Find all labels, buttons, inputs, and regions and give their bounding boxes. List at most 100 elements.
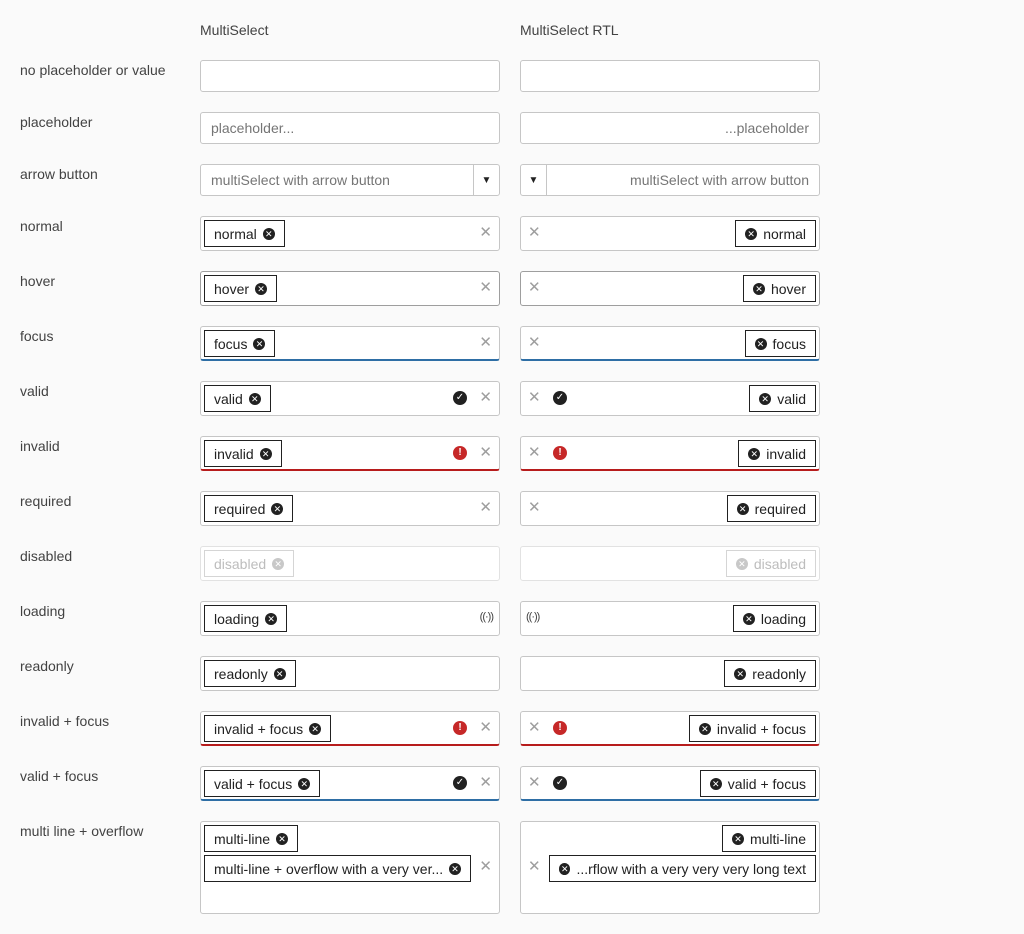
remove-chip-icon[interactable]	[449, 862, 461, 875]
close-icon[interactable]: ✕	[528, 335, 541, 351]
close-icon[interactable]: ✕	[479, 445, 492, 461]
chip[interactable]: invalid	[204, 440, 282, 467]
close-icon[interactable]: ✕	[528, 445, 541, 461]
multiselect-readonly-rtl[interactable]: readonly	[520, 656, 820, 691]
multiselect-empty-rtl[interactable]	[520, 60, 820, 92]
remove-chip-icon[interactable]	[276, 832, 289, 845]
remove-chip-icon[interactable]	[273, 667, 286, 680]
close-icon[interactable]: ✕	[528, 775, 541, 791]
multiselect-hover-rtl[interactable]: ✕ hover	[520, 271, 820, 306]
caret-down-icon[interactable]: ▼	[521, 165, 547, 195]
chip[interactable]: invalid	[738, 440, 816, 467]
chip[interactable]: readonly	[204, 660, 296, 687]
close-icon[interactable]: ✕	[528, 720, 541, 736]
multiselect-normal-ltr[interactable]: normal ✕	[200, 216, 500, 251]
remove-chip-icon[interactable]	[734, 667, 747, 680]
remove-chip-icon[interactable]	[752, 282, 765, 295]
multiselect-readonly-ltr[interactable]: readonly	[200, 656, 500, 691]
multiselect-disabled-ltr: disabled	[200, 546, 500, 581]
chip[interactable]: focus	[204, 330, 276, 357]
chip[interactable]: multi-line + overflow with a very ver...	[204, 855, 471, 882]
remove-chip-icon[interactable]	[309, 722, 322, 735]
remove-chip-icon[interactable]	[709, 777, 722, 790]
multiselect-loading-ltr[interactable]: loading ((·))	[200, 601, 500, 636]
remove-chip-icon[interactable]	[736, 502, 749, 515]
close-icon[interactable]: ✕	[479, 775, 492, 791]
multiselect-multiline-rtl[interactable]: multi-line ✕ ...rflow with a very very v…	[520, 821, 820, 914]
remove-chip-icon[interactable]	[271, 502, 284, 515]
close-icon[interactable]: ✕	[528, 225, 541, 241]
remove-chip-icon[interactable]	[745, 227, 758, 240]
multiselect-invalid-rtl[interactable]: ✕ ! invalid	[520, 436, 820, 471]
remove-chip-icon[interactable]	[255, 282, 268, 295]
chip[interactable]: normal	[204, 220, 285, 247]
close-icon[interactable]: ✕	[479, 859, 492, 875]
multiselect-focus-rtl[interactable]: ✕ focus	[520, 326, 820, 361]
chip[interactable]: multi-line	[721, 825, 816, 852]
chip[interactable]: hover	[204, 275, 278, 302]
chip[interactable]: focus	[744, 330, 816, 357]
remove-chip-icon[interactable]	[248, 392, 261, 405]
chip[interactable]: ...rflow with a very very very long text	[549, 855, 816, 882]
close-icon[interactable]: ✕	[479, 280, 492, 296]
chip[interactable]: required	[204, 495, 294, 522]
multiselect-arrow-rtl[interactable]: ▼ multiSelect with arrow button	[520, 164, 820, 196]
multiselect-placeholder-ltr[interactable]: placeholder...	[200, 112, 500, 144]
multiselect-normal-rtl[interactable]: ✕ normal	[520, 216, 820, 251]
remove-chip-icon[interactable]	[698, 722, 711, 735]
multiselect-arrow-ltr[interactable]: multiSelect with arrow button ▼	[200, 164, 500, 196]
chip[interactable]: loading	[204, 605, 288, 632]
multiselect-required-rtl[interactable]: ✕ required	[520, 491, 820, 526]
remove-chip-icon[interactable]	[265, 612, 278, 625]
multiselect-hover-ltr[interactable]: hover ✕	[200, 271, 500, 306]
remove-chip-icon[interactable]	[759, 392, 772, 405]
remove-chip-icon[interactable]	[742, 612, 755, 625]
remove-chip-icon[interactable]	[748, 447, 761, 460]
chip[interactable]: valid + focus	[699, 770, 816, 797]
chip[interactable]: valid	[749, 385, 816, 412]
multiselect-valid-focus-rtl[interactable]: ✕ ✓ valid + focus	[520, 766, 820, 801]
multiselect-valid-focus-ltr[interactable]: valid + focus ✓ ✕	[200, 766, 500, 801]
remove-chip-icon[interactable]	[253, 337, 266, 350]
close-icon[interactable]: ✕	[528, 280, 541, 296]
remove-chip-icon[interactable]	[754, 337, 767, 350]
multiselect-invalid-focus-rtl[interactable]: ✕ ! invalid + focus	[520, 711, 820, 746]
remove-chip-icon[interactable]	[259, 447, 272, 460]
chip[interactable]: normal	[735, 220, 816, 247]
remove-chip-icon[interactable]	[559, 862, 571, 875]
close-icon[interactable]: ✕	[479, 335, 492, 351]
multiselect-placeholder-rtl[interactable]: ...placeholder	[520, 112, 820, 144]
chip[interactable]: valid	[204, 385, 271, 412]
close-icon[interactable]: ✕	[479, 225, 492, 241]
close-icon[interactable]: ✕	[528, 390, 541, 406]
chip[interactable]: loading	[732, 605, 816, 632]
multiselect-required-ltr[interactable]: required ✕	[200, 491, 500, 526]
close-icon[interactable]: ✕	[479, 390, 492, 406]
remove-chip-icon[interactable]	[262, 227, 275, 240]
chip[interactable]: required	[726, 495, 816, 522]
chip[interactable]: invalid + focus	[688, 715, 816, 742]
multiselect-empty-ltr[interactable]	[200, 60, 500, 92]
chip[interactable]: readonly	[724, 660, 816, 687]
chip-label: focus	[772, 335, 806, 352]
close-icon[interactable]: ✕	[528, 500, 541, 516]
remove-chip-icon[interactable]	[731, 832, 744, 845]
close-icon[interactable]: ✕	[528, 859, 541, 875]
multiselect-invalid-ltr[interactable]: invalid ! ✕	[200, 436, 500, 471]
chip[interactable]: invalid + focus	[204, 715, 332, 742]
multiselect-loading-rtl[interactable]: ((·)) loading	[520, 601, 820, 636]
chip-label: hover	[770, 280, 806, 297]
remove-chip-icon[interactable]	[298, 777, 311, 790]
multiselect-valid-ltr[interactable]: valid ✓ ✕	[200, 381, 500, 416]
chip[interactable]: hover	[742, 275, 816, 302]
row-label: disabled	[20, 548, 73, 564]
multiselect-invalid-focus-ltr[interactable]: invalid + focus ! ✕	[200, 711, 500, 746]
close-icon[interactable]: ✕	[479, 720, 492, 736]
multiselect-valid-rtl[interactable]: ✕ ✓ valid	[520, 381, 820, 416]
chip[interactable]: multi-line	[204, 825, 299, 852]
chip[interactable]: valid + focus	[204, 770, 321, 797]
multiselect-focus-ltr[interactable]: focus ✕	[200, 326, 500, 361]
multiselect-multiline-ltr[interactable]: multi-line multi-line + overflow with a …	[200, 821, 500, 914]
close-icon[interactable]: ✕	[479, 500, 492, 516]
caret-down-icon[interactable]: ▼	[473, 165, 499, 195]
